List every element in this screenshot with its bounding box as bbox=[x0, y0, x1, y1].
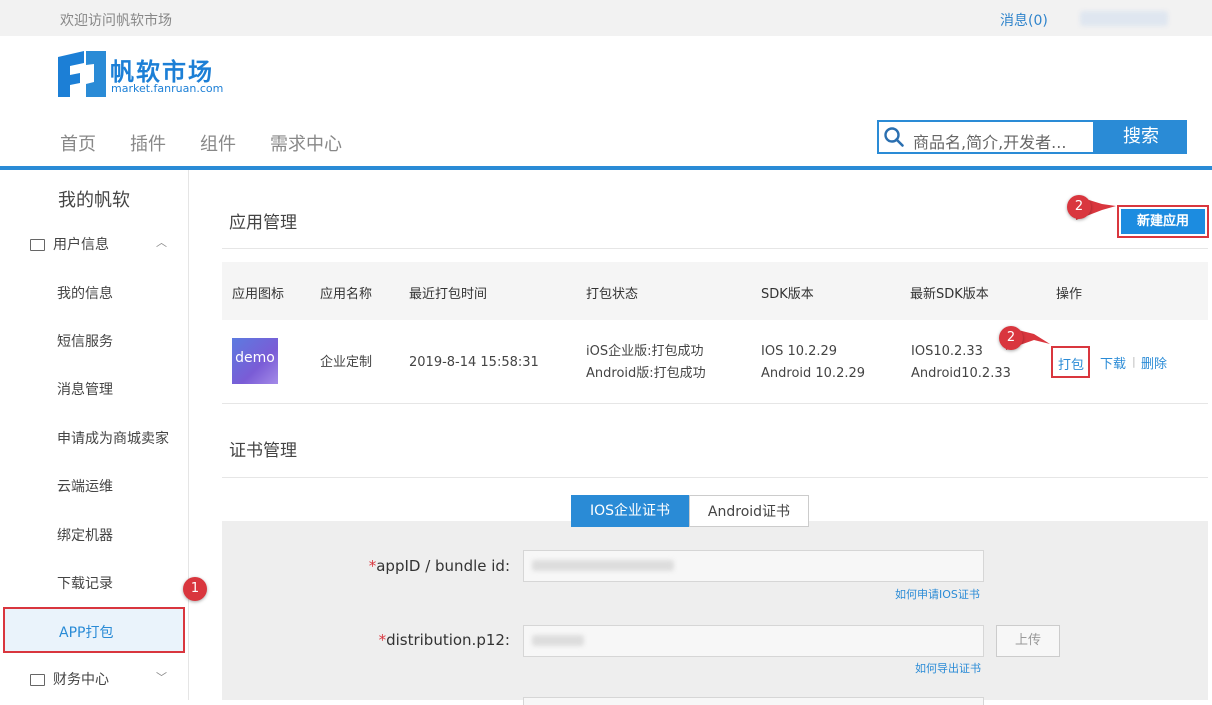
col-time: 最近打包时间 bbox=[409, 287, 488, 302]
app-name: 企业定制 bbox=[320, 355, 373, 370]
sidebar-item-downloads[interactable]: 下载记录 bbox=[57, 573, 113, 593]
welcome-text: 欢迎访问帆软市场 bbox=[60, 13, 172, 29]
search-button[interactable]: 搜索 bbox=[1095, 120, 1187, 154]
next-input-partial[interactable] bbox=[523, 697, 984, 705]
status-android: Android版:打包成功 bbox=[586, 366, 706, 381]
step-badge-1: 1 bbox=[183, 577, 207, 601]
help-apply-ios-cert[interactable]: 如何申请IOS证书 bbox=[895, 586, 980, 602]
help-export-cert[interactable]: 如何导出证书 bbox=[915, 660, 981, 676]
appid-label: *appID / bundle id: bbox=[368, 557, 510, 575]
pack-label: 打包 bbox=[1058, 358, 1085, 373]
step-badge-2: 2 bbox=[1067, 195, 1091, 219]
col-status: 打包状态 bbox=[586, 287, 639, 302]
folder-icon bbox=[30, 674, 45, 686]
p12-label: *distribution.p12: bbox=[378, 631, 510, 649]
fanruan-logo[interactable] bbox=[58, 51, 106, 97]
sidebar-item-my-info[interactable]: 我的信息 bbox=[57, 283, 113, 303]
divider bbox=[222, 403, 1208, 404]
main-nav: 首页 插件 组件 需求中心 bbox=[60, 130, 376, 156]
pack-time: 2019-8-14 15:58:31 bbox=[409, 355, 539, 370]
step-badge-2b: 2 bbox=[999, 326, 1023, 350]
sidebar-title: 我的帆软 bbox=[58, 190, 130, 211]
nav-home[interactable]: 首页 bbox=[60, 130, 96, 156]
col-name: 应用名称 bbox=[320, 287, 373, 302]
delete-link[interactable]: 删除 bbox=[1141, 353, 1167, 372]
logo-subtitle: market.fanruan.com bbox=[111, 82, 224, 95]
sdk-ios: IOS 10.2.29 bbox=[761, 344, 838, 359]
nav-plugins[interactable]: 插件 bbox=[130, 130, 166, 156]
sidebar-item-label: APP打包 bbox=[59, 625, 114, 641]
col-sdk: SDK版本 bbox=[761, 287, 814, 302]
sidebar-item-messages[interactable]: 消息管理 bbox=[57, 379, 113, 399]
pack-button[interactable]: 打包 bbox=[1051, 346, 1090, 378]
chevron-down-icon: ﹀ bbox=[156, 671, 167, 684]
tab-ios-cert[interactable]: IOS企业证书 bbox=[571, 495, 689, 527]
sidebar-group-label: 用户信息 bbox=[53, 237, 109, 253]
table-header: 应用图标 应用名称 最近打包时间 打包状态 SDK版本 最新SDK版本 操作 bbox=[222, 262, 1208, 320]
top-bar: 欢迎访问帆软市场 消息(0) bbox=[0, 0, 1212, 36]
messages-link[interactable]: 消息(0) bbox=[1000, 10, 1048, 30]
col-latest-sdk: 最新SDK版本 bbox=[910, 287, 989, 302]
p12-input[interactable] bbox=[523, 625, 984, 657]
search-input[interactable]: 商品名,简介,开发者... bbox=[913, 129, 1066, 153]
appid-input[interactable] bbox=[523, 550, 984, 582]
sidebar: 我的帆软 用户信息 ︿ 我的信息 短信服务 消息管理 申请成为商城卖家 云端运维… bbox=[0, 170, 189, 700]
sidebar-group-finance[interactable]: 财务中心 ﹀ bbox=[30, 669, 167, 689]
col-actions: 操作 bbox=[1056, 287, 1083, 302]
nav-demand-center[interactable]: 需求中心 bbox=[270, 130, 342, 156]
sidebar-item-cloud-ops[interactable]: 云端运维 bbox=[57, 476, 113, 496]
sidebar-item-bind-machine[interactable]: 绑定机器 bbox=[57, 525, 113, 545]
action-separator: | bbox=[1132, 355, 1136, 368]
upload-button[interactable]: 上传 bbox=[996, 625, 1060, 657]
sidebar-item-sms[interactable]: 短信服务 bbox=[57, 331, 113, 351]
latest-sdk-android: Android10.2.33 bbox=[911, 366, 1011, 381]
app-mgmt-title: 应用管理 bbox=[229, 213, 297, 233]
col-icon: 应用图标 bbox=[232, 287, 285, 302]
new-app-label: 新建应用 bbox=[1121, 209, 1205, 234]
sidebar-item-app-pack[interactable]: APP打包 bbox=[3, 607, 185, 653]
divider bbox=[222, 477, 1208, 478]
cert-form-area bbox=[222, 521, 1208, 700]
latest-sdk-ios: IOS10.2.33 bbox=[911, 344, 983, 359]
user-name-blurred[interactable] bbox=[1080, 11, 1168, 26]
search-icon bbox=[884, 127, 904, 147]
app-icon: demo bbox=[232, 338, 278, 384]
new-app-button[interactable]: 新建应用 bbox=[1117, 205, 1209, 238]
sidebar-item-become-seller[interactable]: 申请成为商城卖家 bbox=[57, 428, 169, 448]
chevron-up-icon: ︿ bbox=[156, 236, 167, 249]
divider bbox=[222, 248, 1208, 249]
tab-android-cert[interactable]: Android证书 bbox=[689, 495, 809, 527]
sidebar-group-label: 财务中心 bbox=[53, 672, 109, 688]
cert-mgmt-title: 证书管理 bbox=[229, 441, 297, 461]
download-link[interactable]: 下载 bbox=[1100, 353, 1126, 372]
folder-icon bbox=[30, 239, 45, 251]
sdk-android: Android 10.2.29 bbox=[761, 366, 866, 381]
status-ios: iOS企业版:打包成功 bbox=[586, 344, 704, 359]
nav-components[interactable]: 组件 bbox=[200, 130, 236, 156]
search-box[interactable]: 商品名,简介,开发者... bbox=[877, 120, 1095, 154]
sidebar-group-user[interactable]: 用户信息 ︿ bbox=[30, 234, 167, 254]
